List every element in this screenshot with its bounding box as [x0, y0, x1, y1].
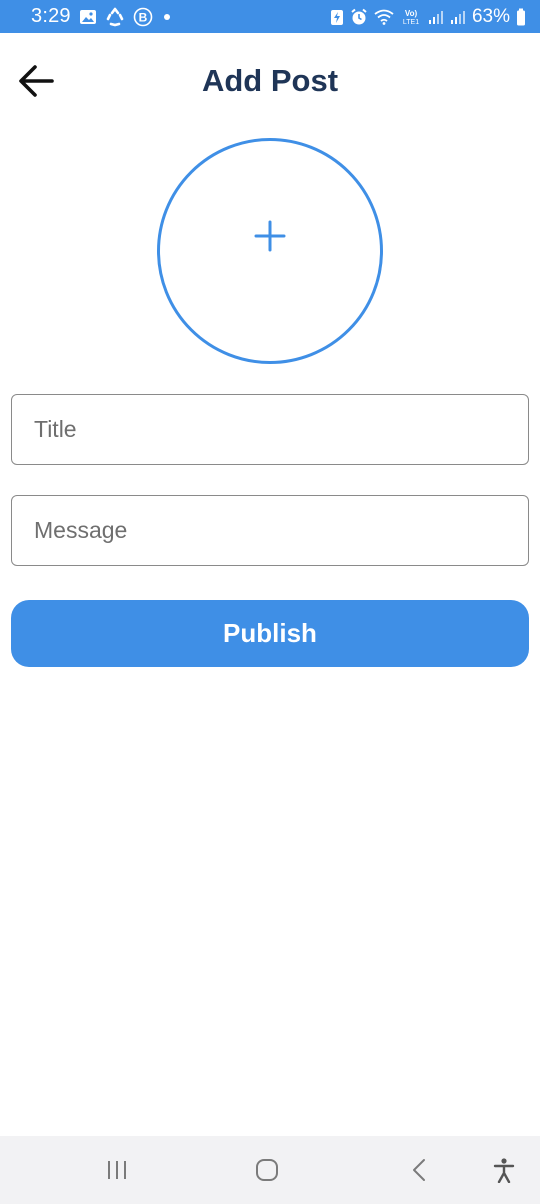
title-field[interactable] — [11, 394, 529, 465]
image-picker[interactable] — [157, 138, 383, 364]
title-input[interactable] — [12, 395, 528, 464]
dot-icon — [161, 11, 173, 23]
volte-icon: Vo) LTE1 — [400, 8, 422, 26]
status-time: 3:29 — [31, 5, 71, 27]
system-back-button[interactable] — [397, 1150, 441, 1190]
accessibility-icon — [493, 1158, 515, 1183]
page-title: Add Post — [201, 63, 339, 98]
gallery-icon — [79, 9, 97, 25]
signal-icon — [428, 9, 444, 25]
alarm-icon — [350, 8, 368, 26]
svg-text:Vo): Vo) — [405, 9, 418, 18]
battery-icon — [516, 8, 526, 26]
svg-text:LTE1: LTE1 — [403, 19, 419, 26]
status-bar: 3:29 B Vo) LTE1 63% — [0, 0, 540, 33]
message-input[interactable] — [12, 496, 528, 565]
status-right: Vo) LTE1 63% — [330, 6, 526, 28]
b-badge-icon: B — [133, 7, 153, 27]
publish-button[interactable]: Publish — [11, 600, 529, 667]
battery-percent: 63% — [471, 5, 510, 27]
svg-text:B: B — [138, 10, 147, 24]
recent-apps-button[interactable] — [95, 1150, 139, 1190]
battery-saver-icon — [330, 8, 344, 26]
recent-apps-icon — [108, 1161, 126, 1179]
wifi-icon — [374, 9, 394, 25]
app-header: Add Post — [0, 33, 540, 129]
message-field[interactable] — [11, 495, 529, 566]
home-icon — [256, 1159, 278, 1181]
plus-icon — [254, 220, 286, 252]
back-icon — [413, 1159, 425, 1181]
home-button[interactable] — [245, 1150, 289, 1190]
navigation-bar — [0, 1136, 540, 1204]
share-it-icon — [105, 7, 125, 27]
signal-icon — [450, 9, 466, 25]
accessibility-button[interactable] — [482, 1150, 526, 1190]
status-left: 3:29 B — [31, 5, 173, 28]
